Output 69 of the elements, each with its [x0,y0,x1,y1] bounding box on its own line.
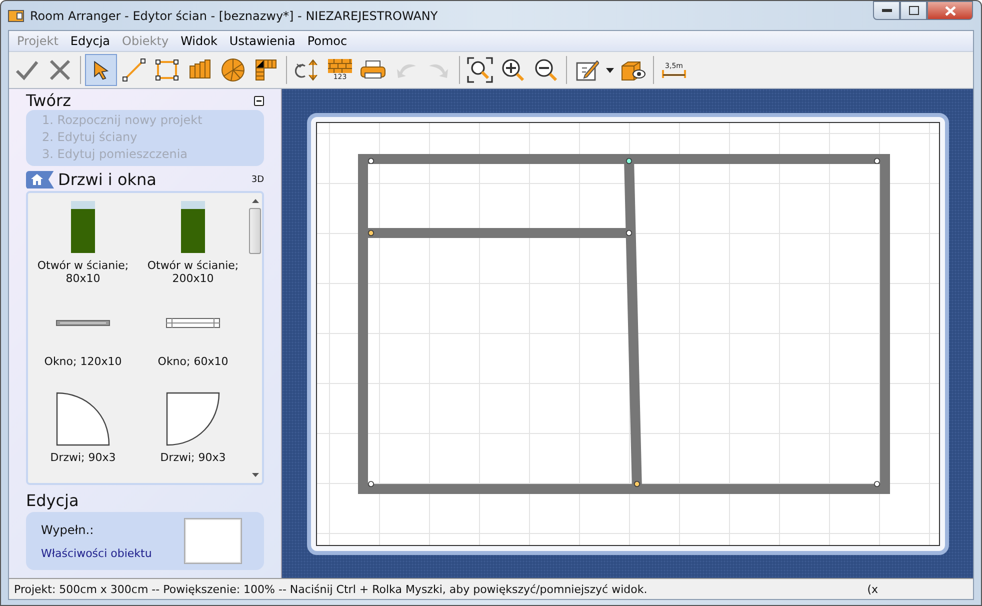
line-icon [122,58,146,82]
window-icon [166,318,220,328]
maximize-icon [908,6,918,15]
scroll-down-icon [252,473,258,477]
item-label: Otwór w ścianie; 200x10 [146,259,240,285]
properties-link[interactable]: Właściwości obiektu [41,546,152,560]
library-item[interactable]: Okno; 60x10 [138,294,248,390]
view-3d-toggle[interactable]: 3D [251,174,264,184]
minus-icon [254,96,264,106]
library-item[interactable]: Drzwi; 90x3 [138,390,248,483]
library-item[interactable]: Otwór w ścianie; 80x10 [28,198,138,294]
menu-item[interactable]: Edycja [64,34,116,48]
spiral-stairs-icon [221,58,245,82]
item-label: Otwór w ścianie; 80x10 [36,259,130,285]
item-label: Okno; 60x10 [156,355,230,368]
item-label: Drzwi; 90x3 [159,451,227,464]
menu-item[interactable]: Pomoc [301,34,354,48]
scroll-up-icon [252,199,258,203]
library-item[interactable]: Okno; 120x10 [28,294,138,390]
menu-item[interactable]: Ustawienia [223,34,302,48]
minimize-icon [882,8,892,12]
close-button[interactable] [927,1,973,20]
wall-node[interactable] [368,230,374,236]
door-swing-icon [56,392,110,446]
status-text: Projekt: 500cm x 300cm -- Powiększenie: 100% -- Naciśnij Ctrl + Rolka Myszki, aby powiększyć/pomniejszyć widok. [14,582,648,596]
wall-node[interactable] [626,230,632,236]
wall-opening-icon [181,201,205,253]
section-title: Edycja [26,491,80,510]
corner-stairs-icon [254,58,278,82]
home-button[interactable] [26,170,54,188]
window-title: Room Arranger - Edytor ścian - [beznazwy*] - NIEZAREJESTROWANY [30,8,438,22]
rotate-flip-icon [295,58,319,82]
window-icon [56,320,110,326]
zoom-out-icon [534,58,558,82]
collapse-button[interactable] [254,96,264,106]
zoom-fit-icon [467,57,493,83]
wall-node[interactable] [874,480,880,486]
toolbar-button[interactable] [85,54,117,86]
menu-item[interactable]: Widok [174,34,224,48]
wall-opening-icon [71,201,95,253]
item-label: Okno; 120x10 [43,355,123,368]
cursor-coordinates: (x [867,582,878,596]
wall-node[interactable] [368,158,374,164]
wall-node[interactable] [634,480,640,486]
house-icon [31,174,43,185]
library-item[interactable]: Otwór w ścianie; 200x10 [138,198,248,294]
toolbar-button[interactable] [464,54,496,86]
wall-node[interactable] [874,158,880,164]
close-icon [944,6,956,16]
wall-node[interactable] [626,158,632,164]
caret-icon [606,68,614,72]
app-icon [8,8,24,22]
scroll-thumb[interactable] [249,208,261,254]
edit-icon [575,58,599,82]
cross-icon [48,58,72,82]
maximize-button[interactable] [900,1,927,20]
zoom-in-icon [501,58,525,82]
item-label: Drzwi; 90x3 [49,451,117,464]
door-swing-icon [166,392,220,446]
wall-node[interactable] [368,480,374,486]
fill-swatch[interactable] [184,518,242,564]
check-icon [15,58,39,82]
fill-label: Wypełn.: [41,522,95,536]
library-title: Drzwi i okna [58,170,156,189]
rectangle-icon [155,58,179,82]
section-title: Twórz [26,91,71,110]
library-item[interactable]: Drzwi; 90x3 [28,390,138,483]
floor-plan-walls[interactable] [358,154,890,494]
minimize-button[interactable] [873,1,900,20]
